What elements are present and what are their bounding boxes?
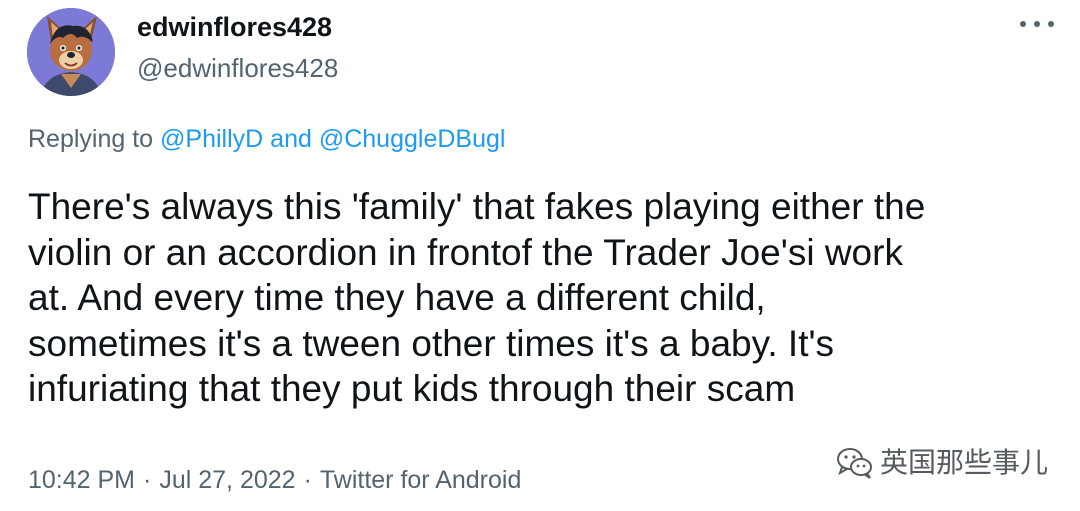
replying-to: Replying to @PhillyD and @ChuggleDBugl <box>28 123 505 155</box>
tweet-text-line: violin or an accordion in frontof the Tr… <box>28 231 903 273</box>
tweet-text-line: sometimes it's a tween other times it's … <box>28 322 835 364</box>
tweet-text-line: infuriating that they put kids through t… <box>28 368 796 409</box>
tweet-meta: 10:42 PM · Jul 27, 2022 · Twitter for Androi… <box>28 464 521 496</box>
tweet-text-line: There's always this 'family' that fakes … <box>28 186 926 227</box>
tweet-text-line: at. And every time they have a different… <box>28 277 766 318</box>
more-horizontal-icon[interactable] <box>1020 14 1054 34</box>
meta-separator: · <box>143 466 152 494</box>
wolf-avatar-icon <box>27 8 115 96</box>
tweet-source[interactable]: Twitter for Android <box>320 466 521 494</box>
replying-conjunction[interactable]: and <box>270 125 312 153</box>
more-dot <box>1048 21 1054 27</box>
watermark-text: 英国那些事儿 <box>879 446 1048 479</box>
more-dot <box>1034 21 1040 27</box>
tweet-time[interactable]: 10:42 PM <box>28 466 135 494</box>
tweet-text: There's always this 'family' that fakes … <box>28 184 1058 412</box>
watermark: 英国那些事儿 <box>836 446 1048 480</box>
meta-separator: · <box>303 466 312 494</box>
mention-link-phillyd[interactable]: @PhillyD <box>160 125 263 153</box>
user-block: edwinflores428 @edwinflores428 <box>137 11 338 84</box>
display-name[interactable]: edwinflores428 <box>137 11 338 43</box>
avatar[interactable] <box>27 8 115 96</box>
tweet-date[interactable]: Jul 27, 2022 <box>159 466 295 494</box>
more-dot <box>1020 21 1026 27</box>
replying-prefix: Replying to <box>28 125 154 153</box>
user-handle[interactable]: @edwinflores428 <box>137 52 338 84</box>
mention-link-chuggledbugl[interactable]: @ChuggleDBugl <box>319 125 506 153</box>
tweet-card: edwinflores428 @edwinflores428 Replying … <box>0 0 1080 511</box>
wechat-icon <box>836 448 872 479</box>
